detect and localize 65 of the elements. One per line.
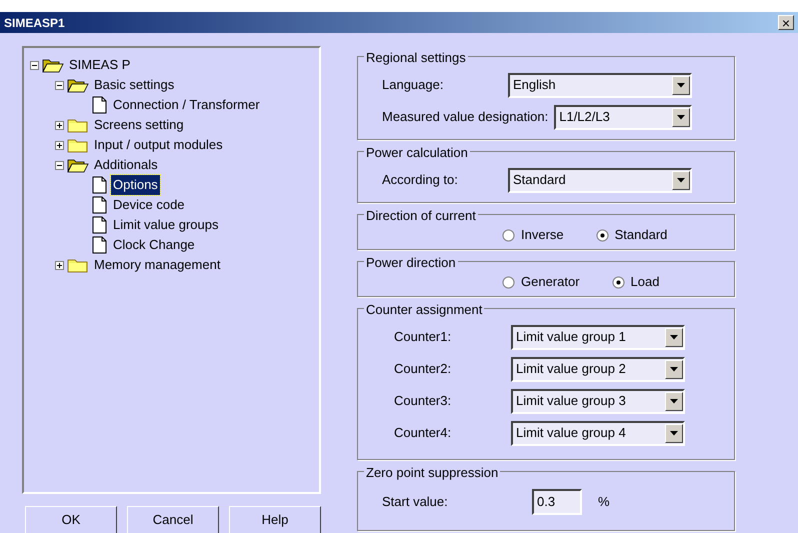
text-field[interactable]: 0.3 <box>532 489 582 515</box>
folder-icon <box>67 137 89 153</box>
page-icon <box>92 236 108 254</box>
dialog-button[interactable]: Cancel <box>127 506 219 533</box>
tree-item[interactable]: Options <box>111 175 160 195</box>
caret-icon <box>677 114 685 120</box>
tree-item[interactable]: Input / output modules <box>92 135 225 155</box>
field-label: Counter4: <box>393 424 452 442</box>
field-label: According to: <box>382 171 459 190</box>
caret-icon <box>677 178 685 182</box>
folder-icon <box>67 117 89 133</box>
radio-button[interactable] <box>502 228 515 242</box>
caret-icon <box>670 366 678 372</box>
caret-icon <box>670 334 678 340</box>
tree-item[interactable]: Screens setting <box>92 115 186 135</box>
collapse-icon[interactable] <box>30 60 39 70</box>
caret-icon <box>677 82 685 88</box>
page-icon <box>92 176 108 194</box>
tree-item[interactable]: Additionals <box>92 155 160 175</box>
dropdown[interactable]: Limit value group 2 <box>511 356 685 382</box>
collapse-icon[interactable] <box>55 80 64 90</box>
dropdown[interactable]: Standard <box>508 168 692 192</box>
field-label: Start value: <box>382 493 449 512</box>
field-label: Measured value designation: <box>382 108 548 126</box>
open-folder-icon <box>42 57 64 73</box>
dropdown[interactable]: L1/L2/L3 <box>554 104 692 130</box>
radio-button[interactable] <box>502 276 515 288</box>
field-label: Counter3: <box>393 392 452 410</box>
radio-label: Standard <box>614 226 668 244</box>
folder-icon <box>67 257 89 273</box>
page-icon <box>92 96 108 114</box>
radio-button[interactable] <box>596 228 609 242</box>
page-icon <box>92 196 108 214</box>
tree-item[interactable]: SIMEAS P <box>67 55 132 75</box>
radio-label: Inverse <box>521 226 564 244</box>
collapse-icon[interactable] <box>55 160 64 170</box>
radio-label: Generator <box>521 273 580 292</box>
dropdown[interactable]: English <box>508 72 692 98</box>
dropdown[interactable]: Limit value group 1 <box>511 324 685 350</box>
radio-label: Load <box>630 273 660 292</box>
dialog-button[interactable]: Help <box>229 506 321 533</box>
field-label: Counter2: <box>393 360 452 378</box>
tree-item[interactable]: Connection / Transformer <box>111 95 262 115</box>
open-folder-icon <box>67 77 89 93</box>
window-title: SIMEASP1 <box>4 14 65 32</box>
dialog-button[interactable]: OK <box>25 506 117 533</box>
dropdown[interactable]: Limit value group 4 <box>511 420 685 446</box>
tree-item[interactable]: Clock Change <box>111 235 197 255</box>
tree-item[interactable]: Basic settings <box>92 75 176 95</box>
tree-item[interactable]: Memory management <box>92 255 222 275</box>
field-label: Counter1: <box>393 328 452 346</box>
expand-icon[interactable] <box>55 140 64 150</box>
caret-icon <box>670 430 678 436</box>
expand-icon[interactable] <box>55 260 64 270</box>
close-button[interactable]: × <box>778 15 794 30</box>
field-label: Language: <box>382 76 444 94</box>
page-icon <box>92 216 108 234</box>
open-folder-icon <box>67 157 89 173</box>
tree-item[interactable]: Device code <box>111 195 187 215</box>
dropdown[interactable]: Limit value group 3 <box>511 388 685 414</box>
expand-icon[interactable] <box>55 120 64 130</box>
tree-item[interactable]: Limit value groups <box>111 215 220 235</box>
caret-icon <box>670 398 678 404</box>
unit-label: % <box>598 493 610 512</box>
radio-button[interactable] <box>612 276 625 288</box>
